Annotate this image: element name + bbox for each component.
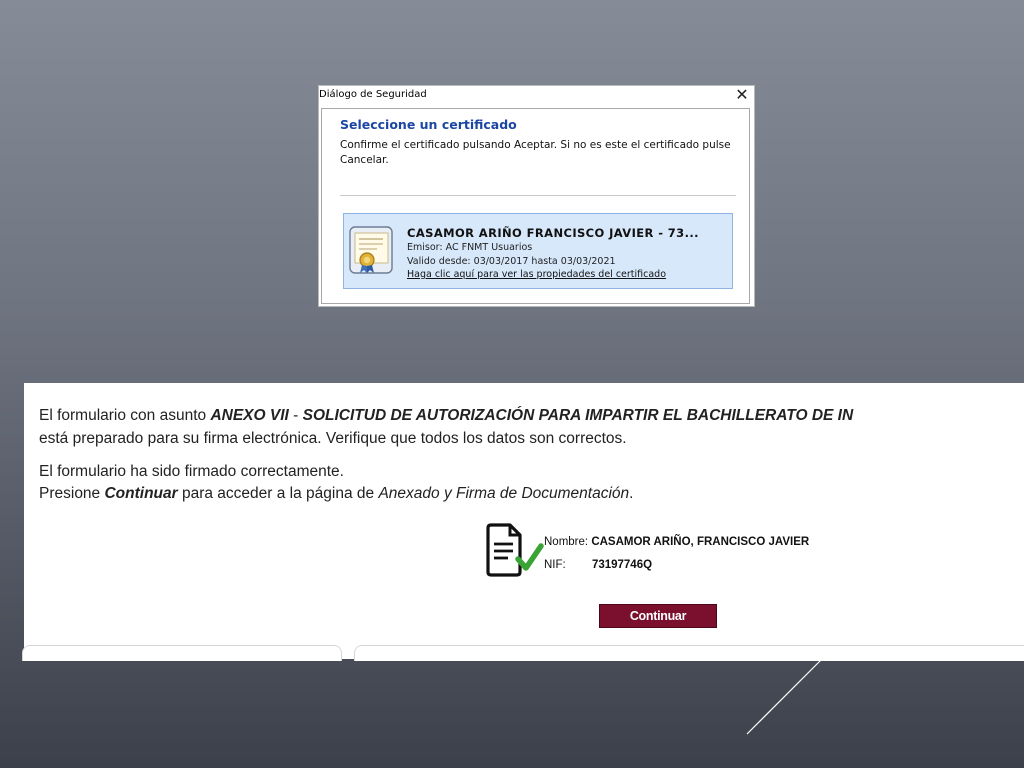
instructions-suffix: . [629, 485, 634, 502]
certificate-validity: Valido desde: 03/03/2017 hasta 03/03/202… [407, 256, 616, 267]
signer-nif-value: 73197746Q [591, 559, 653, 571]
bottom-tab-right [354, 645, 1024, 661]
signer-nif-row: NIF: 73197746Q [544, 559, 652, 571]
close-icon[interactable]: ✕ [734, 86, 750, 104]
instructions-action: Continuar [104, 485, 178, 502]
subject-separator: - [288, 407, 303, 424]
dialog-divider [340, 195, 736, 196]
instructions-target: Anexado y Firma de Documentación [378, 485, 630, 502]
subject-title: SOLICITUD DE AUTORIZACIÓN PARA IMPARTIR … [302, 407, 854, 424]
signer-name-label: Nombre: [544, 536, 589, 548]
certificate-icon [349, 226, 393, 274]
dialog-heading: Seleccione un certificado [340, 117, 517, 132]
certificate-properties-link[interactable]: Haga clic aquí para ver las propiedades … [407, 269, 666, 280]
security-dialog: Diálogo de Seguridad ✕ Seleccione un cer… [318, 85, 755, 307]
bottom-tab-left [22, 645, 342, 661]
dialog-message: Confirme el certificado pulsando Aceptar… [340, 139, 731, 166]
dialog-body: Seleccione un certificado Confirme el ce… [321, 108, 750, 304]
dialog-title: Diálogo de Seguridad [319, 89, 427, 100]
form-signed-text: El formulario ha sido firmado correctame… [39, 463, 344, 480]
signer-nif-label: NIF: [544, 559, 566, 571]
subject-prefix: El formulario con asunto [39, 407, 211, 424]
instructions-prefix: Presione [39, 485, 105, 502]
certificate-name: CASAMOR ARIÑO FRANCISCO JAVIER - 73... [407, 226, 699, 240]
instructions-mid: para acceder a la página de [177, 485, 379, 502]
signer-name-row: Nombre: CASAMOR ARIÑO, FRANCISCO JAVIER [544, 536, 809, 548]
dialog-titlebar: Diálogo de Seguridad ✕ [319, 86, 754, 106]
form-panel: El formulario con asunto ANEXO VII - SOL… [22, 383, 1024, 661]
signed-document-icon [486, 523, 544, 577]
certificate-item[interactable]: CASAMOR ARIÑO FRANCISCO JAVIER - 73... E… [343, 213, 733, 289]
certificate-issuer: Emisor: AC FNMT Usuarios [407, 242, 533, 253]
signer-name-value: CASAMOR ARIÑO, FRANCISCO JAVIER [591, 536, 810, 548]
form-subject-line: El formulario con asunto ANEXO VII - SOL… [39, 407, 853, 425]
subject-annex: ANEXO VII [210, 407, 289, 424]
form-continue-instructions: Presione Continuar para acceder a la pág… [39, 485, 633, 503]
form-ready-text: está preparado para su firma electrónica… [39, 430, 627, 447]
continue-button[interactable]: Continuar [599, 604, 717, 628]
